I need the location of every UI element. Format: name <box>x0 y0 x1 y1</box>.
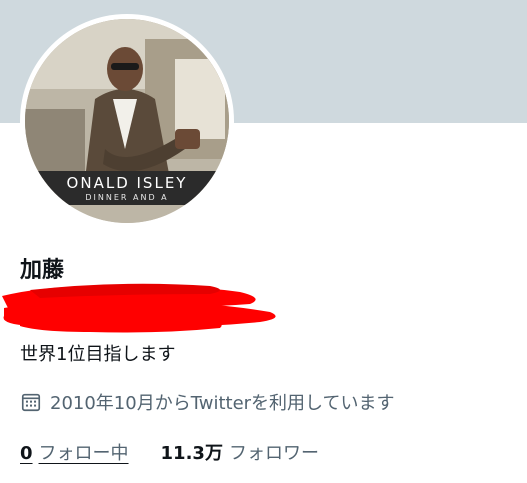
followers-link[interactable]: 11.3万 フォロワー <box>161 439 319 465</box>
join-date-text: 2010年10月からTwitterを利用しています <box>50 393 395 414</box>
followers-label: フォロワー <box>228 443 319 464</box>
avatar-caption-main: ONALD ISLEY <box>66 174 188 192</box>
avatar-caption-sub: DINNER AND A <box>85 193 169 202</box>
calendar-icon <box>21 393 41 412</box>
handle-redaction <box>2 283 276 333</box>
join-date: 2010年10月からTwitterを利用しています <box>20 389 395 415</box>
follow-stats: 0 フォロー中 11.3万 フォロワー <box>20 439 319 465</box>
profile-avatar[interactable]: ONALD ISLEY DINNER AND A <box>20 14 234 228</box>
avatar-caption-band: ONALD ISLEY DINNER AND A <box>25 171 229 205</box>
profile-bio: 世界1位目指します <box>20 344 176 365</box>
following-count: 0 <box>20 443 33 464</box>
following-link[interactable]: 0 フォロー中 <box>20 439 129 465</box>
followers-count: 11.3万 <box>160 443 223 464</box>
avatar-photo: ONALD ISLEY DINNER AND A <box>25 19 229 223</box>
following-label: フォロー中 <box>38 443 129 464</box>
profile-page: ONALD ISLEY DINNER AND A 加藤 世界1位目指します 20… <box>0 0 527 483</box>
